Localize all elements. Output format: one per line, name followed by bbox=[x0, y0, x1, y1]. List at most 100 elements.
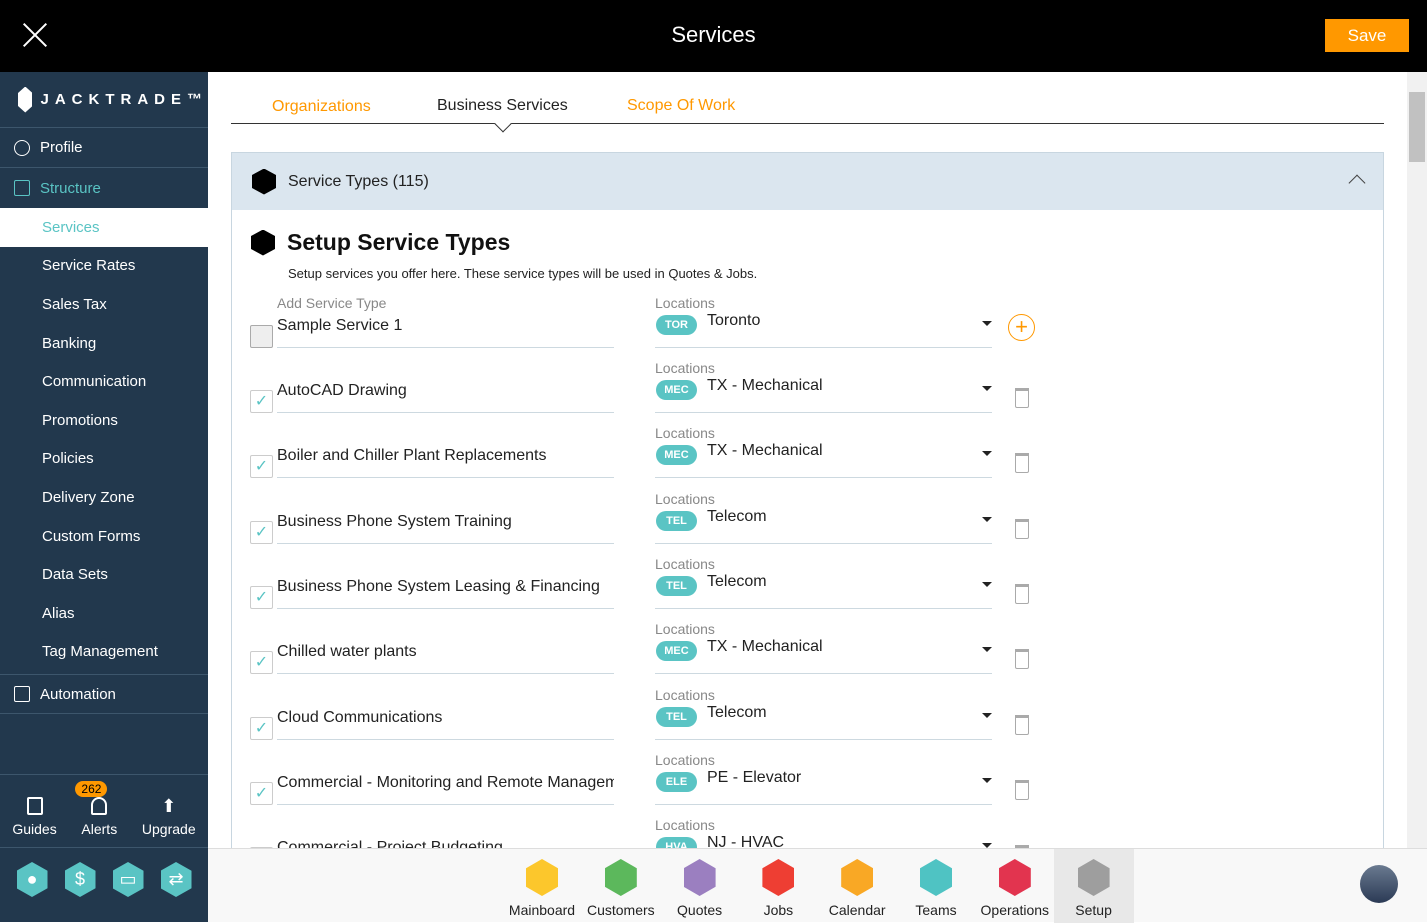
sidebar-item-communication[interactable]: Communication bbox=[0, 362, 208, 401]
trash-icon[interactable] bbox=[1015, 388, 1029, 408]
locations-select[interactable]: Locations MEC TX - Mechanical bbox=[655, 621, 992, 675]
app-label: Operations bbox=[980, 902, 1050, 918]
locations-select[interactable]: Locations TEL Telecom bbox=[655, 687, 992, 740]
checkbox[interactable]: ✓ bbox=[250, 651, 273, 675]
checkbox[interactable]: ✓ bbox=[250, 520, 273, 544]
sidebar-item-alias[interactable]: Alias bbox=[0, 594, 208, 633]
brand-name: JACKTRADE™ bbox=[40, 91, 208, 108]
add-circle-icon[interactable]: + bbox=[1008, 314, 1035, 341]
service-row: ✓ AutoCAD Drawing Locations MEC TX - Mecha… bbox=[232, 360, 1385, 425]
checkbox[interactable]: ✓ bbox=[250, 455, 273, 479]
app-mainboard[interactable]: Mainboard bbox=[502, 849, 582, 923]
checkbox[interactable]: ✓ bbox=[250, 716, 273, 740]
trash-icon[interactable] bbox=[1015, 583, 1029, 604]
jobs-icon bbox=[762, 859, 795, 896]
service-types-panel: Service Types (115) Setup Service Types … bbox=[231, 152, 1384, 848]
location-value: Toronto bbox=[707, 312, 761, 329]
mainboard-icon bbox=[526, 859, 558, 896]
trash-icon[interactable] bbox=[1015, 714, 1029, 735]
app-label: Mainboard bbox=[508, 902, 576, 918]
sidebar-item-sales-tax[interactable]: Sales Tax bbox=[0, 285, 208, 324]
quotes-icon bbox=[683, 859, 716, 896]
locations-select[interactable]: Locations ELE PE - Elevator bbox=[655, 752, 992, 805]
upgrade-button[interactable]: ⬆ Upgrade bbox=[142, 797, 196, 837]
sidebar-item-banking[interactable]: Banking bbox=[0, 324, 208, 363]
app-setup[interactable]: Setup bbox=[1053, 849, 1134, 923]
tab-business-services[interactable]: Business Services bbox=[437, 97, 568, 115]
trash-icon[interactable] bbox=[1015, 518, 1029, 539]
location-code-badge: ELE bbox=[656, 771, 697, 792]
profile-label: Profile bbox=[40, 139, 83, 156]
dollar-hex-icon[interactable]: $ bbox=[64, 862, 96, 897]
location-value: TX - Mechanical bbox=[707, 377, 823, 394]
service-name-input[interactable]: Business Phone System Training bbox=[277, 491, 614, 544]
checkbox[interactable]: ✓ bbox=[250, 585, 273, 609]
service-name-input[interactable]: Cloud Communications bbox=[277, 687, 614, 740]
field-value: Commercial - Monitoring and Remote Manag… bbox=[277, 773, 614, 791]
service-name-input[interactable]: Commercial - Monitoring and Remote Manag… bbox=[277, 752, 614, 805]
locations-select[interactable]: Locations HVA NJ - HVAC bbox=[655, 817, 992, 848]
structure-icon bbox=[14, 180, 30, 196]
teams-icon bbox=[920, 859, 952, 896]
app-jobs[interactable]: Jobs bbox=[738, 849, 818, 923]
sidebar-item-services[interactable]: Services bbox=[0, 208, 208, 247]
save-button[interactable]: Save bbox=[1325, 19, 1409, 52]
scrollbar-thumb[interactable] bbox=[1409, 92, 1425, 162]
user-hex-icon[interactable]: ● bbox=[16, 862, 48, 897]
service-name-input[interactable]: Commercial - Project Budgeting bbox=[277, 817, 614, 848]
sidebar-item-policies[interactable]: Policies bbox=[0, 440, 208, 479]
sidebar-item-service-rates[interactable]: Service Rates bbox=[0, 247, 208, 286]
field-label: Locations bbox=[655, 425, 715, 442]
sidebar-item-promotions[interactable]: Promotions bbox=[0, 401, 208, 440]
section-title: Setup Service Types bbox=[287, 229, 511, 255]
locations-select[interactable]: Locations TEL Telecom bbox=[655, 556, 992, 609]
sidebar-item-profile[interactable]: Profile bbox=[0, 128, 208, 168]
location-code-badge: TOR bbox=[656, 315, 697, 335]
trash-icon[interactable] bbox=[1015, 649, 1029, 670]
guides-button[interactable]: Guides bbox=[12, 797, 57, 837]
service-name-input[interactable]: Add Service Type Sample Service 1 bbox=[277, 295, 614, 348]
tab-scope-of-work[interactable]: Scope Of Work bbox=[627, 97, 735, 115]
app-operations[interactable]: Operations bbox=[975, 849, 1055, 923]
logo: JACKTRADE™ bbox=[0, 72, 208, 128]
sidebar-item-delivery-zone[interactable]: Delivery Zone bbox=[0, 478, 208, 517]
checkbox[interactable]: ✓ bbox=[250, 390, 273, 413]
service-name-input[interactable]: Chilled water plants bbox=[277, 621, 614, 675]
service-name-input[interactable]: Business Phone System Leasing & Financin… bbox=[277, 556, 614, 609]
checkbox[interactable] bbox=[250, 325, 273, 348]
field-value: Business Phone System Leasing & Financin… bbox=[277, 577, 600, 595]
dropdown-arrow-icon bbox=[982, 451, 992, 457]
sidebar-item-tag-management[interactable]: Tag Management bbox=[0, 633, 208, 672]
locations-select[interactable]: Locations TEL Telecom bbox=[655, 491, 992, 544]
app-teams[interactable]: Teams bbox=[896, 849, 976, 923]
location-value: PE - Elevator bbox=[707, 768, 802, 786]
scrollbar[interactable] bbox=[1407, 72, 1427, 848]
trash-icon[interactable] bbox=[1015, 453, 1029, 474]
app-label: Customers bbox=[586, 902, 655, 918]
field-value: Commercial - Project Budgeting bbox=[277, 839, 503, 848]
field-label: Locations bbox=[655, 555, 715, 572]
workflow-hex-icon[interactable]: ⇄ bbox=[160, 862, 192, 897]
sidebar-item-custom-forms[interactable]: Custom Forms bbox=[0, 517, 208, 556]
alerts-button[interactable]: 262 Alerts bbox=[75, 781, 117, 837]
checkbox[interactable]: ✓ bbox=[250, 781, 273, 805]
chevron-up-icon[interactable] bbox=[1348, 174, 1366, 192]
sidebar-item-automation[interactable]: Automation bbox=[0, 674, 208, 714]
sidebar-item-structure[interactable]: Structure bbox=[0, 168, 208, 208]
locations-select[interactable]: Locations MEC TX - Mechanical bbox=[655, 425, 992, 479]
panel-header[interactable]: Service Types (115) bbox=[232, 153, 1383, 210]
app-calendar[interactable]: Calendar bbox=[817, 849, 897, 923]
service-name-input[interactable]: AutoCAD Drawing bbox=[277, 360, 614, 413]
avatar[interactable] bbox=[1360, 865, 1398, 903]
app-label: Setup bbox=[1075, 902, 1112, 918]
sidebar-item-data-sets[interactable]: Data Sets bbox=[0, 555, 208, 594]
locations-select[interactable]: Locations TOR Toronto bbox=[655, 295, 992, 348]
money-hex-icon[interactable]: ▭ bbox=[112, 862, 144, 897]
app-customers[interactable]: Customers bbox=[581, 849, 661, 923]
tab-organizations[interactable]: Organizations bbox=[272, 98, 371, 116]
automation-label: Automation bbox=[40, 685, 116, 703]
locations-select[interactable]: Locations MEC TX - Mechanical bbox=[655, 360, 992, 413]
service-name-input[interactable]: Boiler and Chiller Plant Replacements bbox=[277, 425, 614, 479]
app-quotes[interactable]: Quotes bbox=[660, 849, 740, 923]
trash-icon[interactable] bbox=[1015, 779, 1029, 800]
